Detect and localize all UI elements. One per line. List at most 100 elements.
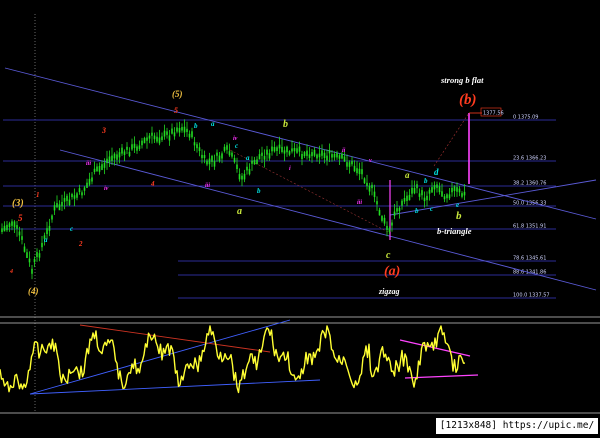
price-candle-body: [338, 155, 341, 159]
price-candle-body: [211, 155, 213, 162]
price-candle-body: [193, 142, 196, 146]
minor-b-label: b: [257, 187, 261, 195]
price-candle-body: [428, 189, 431, 194]
price-candle-body: [316, 154, 318, 159]
fib-level-label: 0 1375.09: [513, 115, 538, 121]
price-candle-body: [116, 154, 118, 160]
price-candle-body: [373, 191, 376, 198]
price-candle-body: [173, 132, 176, 137]
price-candle-body: [291, 148, 293, 152]
sub-wave-b-label: b: [283, 119, 288, 130]
price-candle-body: [123, 151, 126, 155]
price-candle-body: [226, 145, 228, 150]
price-candle-body: [376, 201, 378, 205]
price-candle-body: [201, 154, 203, 159]
price-candle-body: [336, 152, 338, 158]
price-candle-body: [36, 252, 38, 258]
magenta-v-label: v: [369, 158, 372, 164]
magenta-iii-label: iii: [86, 161, 91, 167]
price-candle-body: [51, 215, 53, 220]
wave-4-label: (4): [28, 286, 39, 296]
price-candle-body: [28, 258, 31, 263]
price-candle-body: [3, 225, 6, 232]
price-candle-body: [246, 166, 248, 171]
price-candle-body: [388, 228, 391, 232]
price-candle-body: [453, 186, 456, 191]
price-candle-body: [298, 146, 301, 152]
price-candle-body: [106, 158, 108, 163]
price-candle-body: [203, 155, 206, 159]
price-candle-body: [118, 152, 121, 158]
price-candle-body: [13, 221, 16, 228]
price-candle-body: [101, 164, 103, 170]
price-candle-body: [6, 224, 8, 231]
price-candle-body: [463, 191, 466, 196]
magenta-iii2-label: iii: [205, 183, 210, 189]
price-candle-body: [353, 165, 356, 172]
triangle-c-label: c: [430, 205, 433, 213]
price-candle-body: [163, 130, 166, 137]
price-candle-body: [233, 157, 236, 163]
price-candle-body: [408, 194, 411, 201]
price-candle-body: [41, 242, 43, 248]
price-candle-body: [303, 152, 306, 157]
price-candle-body: [456, 187, 458, 192]
price-candle-body: [256, 159, 258, 164]
price-candle-body: [251, 160, 253, 164]
price-candle-body: [378, 209, 381, 216]
osc-support-line: [29, 379, 321, 395]
price-candle-body: [208, 158, 211, 165]
price-candle-body: [88, 178, 91, 185]
price-candle-body: [393, 211, 396, 216]
price-candle-body: [61, 201, 63, 207]
price-candle-body: [261, 152, 263, 156]
price-candle-body: [433, 185, 436, 190]
price-candle-body: [158, 137, 161, 144]
price-candle-body: [423, 197, 426, 202]
price-candle-body: [98, 166, 101, 172]
price-candle-body: [143, 137, 146, 144]
price-candle-body: [413, 188, 416, 194]
image-host-footer[interactable]: [1213x848] https://upic.me/: [436, 418, 598, 434]
price-candle-body: [26, 252, 28, 259]
price-candle-body: [183, 126, 186, 133]
price-candle-body: [263, 155, 266, 160]
triangle-bb-label: b: [424, 177, 428, 185]
annotation-zigzag: zigzag: [378, 287, 399, 296]
sub-wave-c-label: c: [386, 250, 391, 261]
price-candle-body: [191, 131, 193, 138]
minor-c3-label: c: [70, 225, 73, 233]
fib-level-label: 38.2 1360.76: [513, 181, 546, 187]
fib-level-label: 78.6 1345.61: [513, 256, 546, 262]
price-candle-body: [131, 144, 133, 150]
price-candle-body: [136, 146, 138, 151]
price-candle-body: [451, 187, 453, 193]
price-candle-body: [321, 150, 323, 156]
magenta-i-label: i: [289, 166, 291, 172]
price-candle-body: [458, 188, 461, 193]
price-candle-body: [296, 148, 298, 153]
price-candle-body: [271, 146, 273, 152]
target-price-label: 1377.56: [483, 111, 504, 117]
price-candle-body: [108, 156, 111, 163]
price-candle-body: [311, 152, 313, 157]
price-candle-body: [153, 135, 156, 140]
price-candle-body: [33, 258, 36, 263]
minor-a3-label: a: [44, 236, 48, 244]
price-candle-body: [443, 196, 446, 200]
price-candle-body: [71, 194, 73, 198]
price-candle-body: [411, 187, 413, 194]
price-candle-body: [216, 152, 218, 156]
price-candle-body: [281, 146, 283, 153]
price-candle-body: [318, 153, 321, 158]
price-candle-body: [113, 153, 116, 159]
price-candle-body: [381, 216, 383, 221]
fib-level-label: 100.0 1337.57: [513, 293, 550, 299]
price-candle-body: [436, 184, 438, 188]
price-candle-body: [396, 208, 398, 212]
price-candle-body: [8, 223, 11, 228]
price-candle-body: [46, 228, 48, 235]
price-candle-body: [53, 205, 56, 211]
price-candle-body: [386, 225, 388, 230]
red-1-label: 1: [36, 191, 40, 199]
